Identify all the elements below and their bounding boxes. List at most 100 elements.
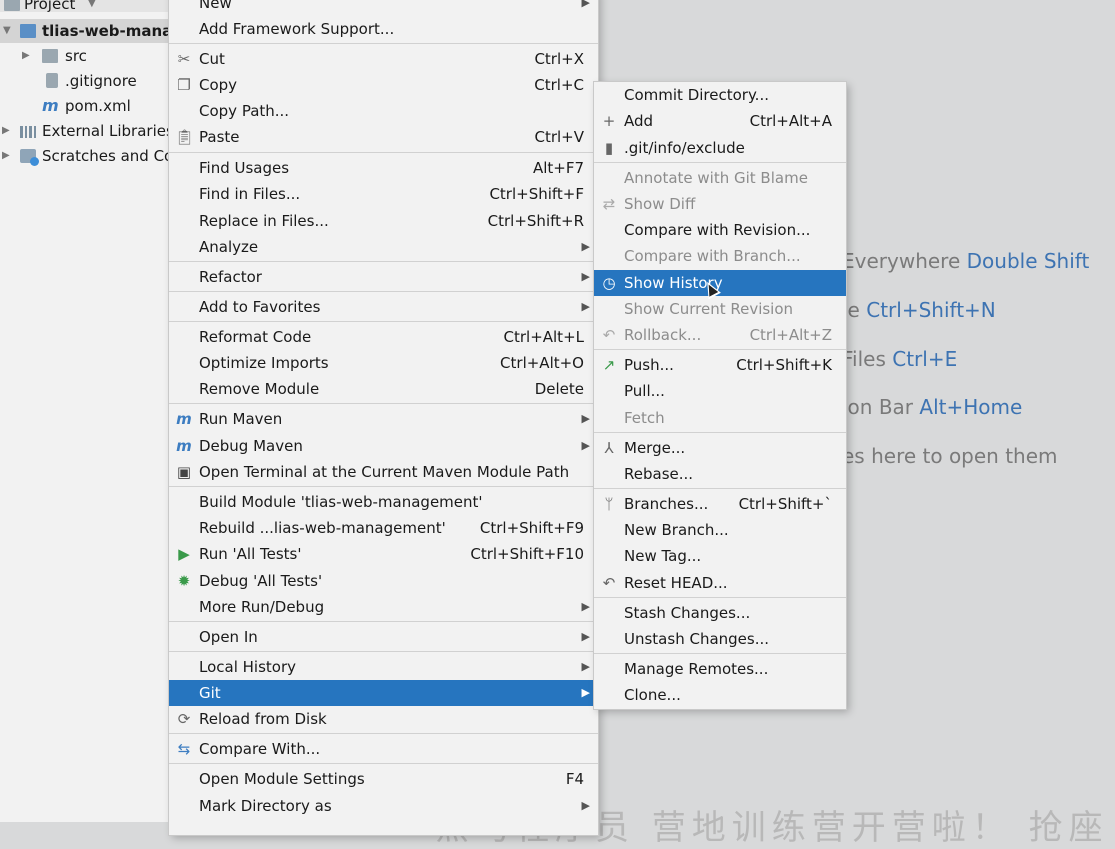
git-item-show-current-revision[interactable]: Show Current Revision [594, 296, 846, 322]
menu-item-build-module[interactable]: Build Module 'tlias-web-management' [169, 489, 598, 515]
submenu-arrow-icon: ▶ [581, 600, 590, 613]
menu-item-run-tests[interactable]: ▶ Run 'All Tests' Ctrl+Shift+F10 [169, 541, 598, 567]
menu-item-remove-module[interactable]: Remove Module Delete [169, 376, 598, 402]
git-item-new-tag[interactable]: New Tag... [594, 543, 846, 569]
module-folder-icon [20, 24, 36, 38]
git-item-commit-directory[interactable]: Commit Directory... [594, 82, 846, 108]
git-item-compare-branch[interactable]: Compare with Branch... [594, 243, 846, 269]
menu-item-add-to-favorites[interactable]: Add to Favorites ▶ [169, 294, 598, 320]
menu-item-git[interactable]: Git ▶ [169, 680, 598, 706]
git-item-rebase[interactable]: Rebase... [594, 461, 846, 487]
git-item-compare-revision[interactable]: Compare with Revision... [594, 217, 846, 243]
hint-recent-files: Files Ctrl+E [842, 347, 958, 371]
submenu-arrow-icon: ▶ [581, 686, 590, 699]
git-item-manage-remotes[interactable]: Manage Remotes... [594, 656, 846, 682]
menu-item-copy-path[interactable]: Copy Path... [169, 98, 598, 124]
git-item-rollback[interactable]: ↶ Rollback... Ctrl+Alt+Z [594, 322, 846, 348]
menu-item-reload-from-disk[interactable]: ⟳ Reload from Disk [169, 706, 598, 732]
hint-goto-file: le Ctrl+Shift+N [842, 298, 996, 322]
menu-item-replace-in-files[interactable]: Replace in Files... Ctrl+Shift+R [169, 208, 598, 234]
reset-icon: ↶ [602, 574, 616, 592]
submenu-arrow-icon: ▶ [581, 0, 590, 9]
git-file-icon: ▮ [604, 139, 614, 157]
git-item-new-branch[interactable]: New Branch... [594, 517, 846, 543]
submenu-arrow-icon: ▶ [581, 799, 590, 812]
git-item-merge[interactable]: ⅄ Merge... [594, 435, 846, 461]
tree-root-label: tlias-web-manag [42, 22, 170, 40]
menu-item-open-in[interactable]: Open In ▶ [169, 624, 598, 650]
git-item-branches[interactable]: ᛘ Branches... Ctrl+Shift+` [594, 491, 846, 517]
compare-icon: ⇆ [177, 740, 191, 758]
menu-item-open-terminal[interactable]: ▣ Open Terminal at the Current Maven Modu… [169, 459, 598, 485]
git-file-icon [46, 73, 58, 88]
maven-file-icon: m [42, 96, 59, 115]
context-menu: New ▶ Add Framework Support... ✂ Cut Ctrl+X… [169, 0, 598, 835]
menu-item-copy[interactable]: ❐ Copy Ctrl+C [169, 72, 598, 98]
menu-item-optimize-imports[interactable]: Optimize Imports Ctrl+Alt+O [169, 350, 598, 376]
maven-debug-icon: m [176, 437, 192, 455]
menu-item-find-in-files[interactable]: Find in Files... Ctrl+Shift+F [169, 181, 598, 207]
hint-navigation-bar: ion Bar Alt+Home [842, 395, 1023, 419]
menu-item-analyze[interactable]: Analyze ▶ [169, 234, 598, 260]
tree-item-label: pom.xml [65, 97, 131, 115]
git-item-exclude[interactable]: ▮ .git/info/exclude [594, 135, 846, 161]
submenu-arrow-icon: ▶ [581, 270, 590, 283]
menu-item-rebuild[interactable]: Rebuild ...lias-web-management' Ctrl+Shif… [169, 515, 598, 541]
tree-item-label: External Libraries [42, 122, 170, 140]
git-item-clone[interactable]: Clone... [594, 682, 846, 708]
plus-icon: + [602, 112, 616, 130]
collapse-arrow-icon[interactable]: ▶ [2, 119, 10, 143]
git-item-stash[interactable]: Stash Changes... [594, 600, 846, 626]
submenu-arrow-icon: ▶ [581, 300, 590, 313]
git-item-show-diff[interactable]: ⇄ Show Diff [594, 191, 846, 217]
rollback-icon: ↶ [602, 326, 616, 344]
libraries-icon [20, 124, 36, 138]
menu-item-module-settings[interactable]: Open Module Settings F4 [169, 766, 598, 792]
git-item-reset-head[interactable]: ↶ Reset HEAD... [594, 570, 846, 596]
submenu-arrow-icon: ▶ [581, 412, 590, 425]
diff-icon: ⇄ [602, 195, 616, 213]
menu-item-find-usages[interactable]: Find Usages Alt+F7 [169, 155, 598, 181]
submenu-arrow-icon: ▶ [581, 660, 590, 673]
menu-item-debug-maven[interactable]: m Debug Maven ▶ [169, 433, 598, 459]
menu-item-mark-directory[interactable]: Mark Directory as ▶ [169, 793, 598, 819]
menu-item-debug-tests[interactable]: ✹ Debug 'All Tests' [169, 568, 598, 594]
menu-item-reformat-code[interactable]: Reformat Code Ctrl+Alt+L [169, 324, 598, 350]
menu-item-paste[interactable]: 📋︎ Paste Ctrl+V [169, 124, 598, 150]
clipboard-icon: 📋︎ [175, 128, 195, 146]
merge-icon: ⅄ [604, 439, 614, 457]
menu-item-add-framework[interactable]: Add Framework Support... [169, 16, 598, 42]
scissors-icon: ✂ [177, 50, 191, 68]
menu-item-refactor[interactable]: Refactor ▶ [169, 264, 598, 290]
git-item-annotate[interactable]: Annotate with Git Blame [594, 165, 846, 191]
menu-item-new[interactable]: New ▶ [169, 0, 598, 16]
copy-icon: ❐ [177, 76, 191, 94]
menu-item-cut[interactable]: ✂ Cut Ctrl+X [169, 46, 598, 72]
menu-item-local-history[interactable]: Local History ▶ [169, 654, 598, 680]
git-submenu: Commit Directory... + Add Ctrl+Alt+A ▮ .git… [594, 82, 846, 709]
hint-drop-files: es here to open them [842, 444, 1058, 468]
expand-arrow-icon[interactable]: ▼ [3, 19, 11, 43]
tree-root-module[interactable]: ▼ tlias-web-manag [0, 19, 170, 43]
git-item-fetch[interactable]: Fetch [594, 405, 846, 431]
collapse-arrow-icon[interactable]: ▶ [22, 44, 30, 68]
git-item-unstash[interactable]: Unstash Changes... [594, 626, 846, 652]
menu-item-more-run-debug[interactable]: More Run/Debug ▶ [169, 594, 598, 620]
hint-search-everywhere: Everywhere Double Shift [842, 249, 1090, 273]
menu-item-run-maven[interactable]: m Run Maven ▶ [169, 406, 598, 432]
collapse-arrow-icon[interactable]: ▶ [2, 144, 10, 168]
push-arrow-icon: ↗ [602, 356, 616, 374]
tree-item-label: Scratches and Co [42, 147, 170, 165]
chevron-down-icon[interactable]: ▼ [88, 0, 96, 16]
git-item-pull[interactable]: Pull... [594, 378, 846, 404]
terminal-icon: ▣ [176, 463, 192, 481]
menu-item-compare-with[interactable]: ⇆ Compare With... [169, 736, 598, 762]
submenu-arrow-icon: ▶ [581, 439, 590, 452]
project-header-label: Project [24, 0, 76, 13]
project-tree: Project ▼ ▼ tlias-web-manag ▶ src .gitig… [0, 0, 170, 822]
folder-icon [42, 49, 58, 63]
debug-bug-icon: ✹ [177, 572, 191, 590]
run-icon: ▶ [178, 545, 190, 563]
git-item-add[interactable]: + Add Ctrl+Alt+A [594, 108, 846, 134]
git-item-push[interactable]: ↗ Push... Ctrl+Shift+K [594, 352, 846, 378]
